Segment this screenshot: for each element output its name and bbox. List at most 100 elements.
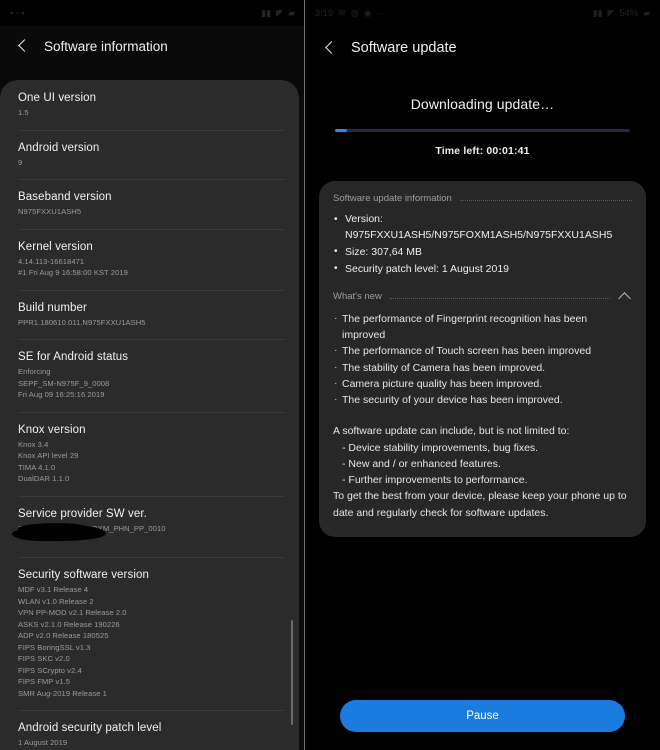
list-item-service-provider-sw-ver[interactable]: Service provider SW ver. SAOMC_SM-N975F_… — [0, 495, 299, 557]
right-appbar: Software update — [305, 26, 660, 70]
whats-new-title: What's new — [333, 290, 382, 302]
row-value-line: TIMA 4.1.0 — [18, 462, 56, 472]
row-value-line: VPN PP-MOD v2.1 Release 2.0 — [18, 608, 127, 618]
row-value-line: FIPS SCrypto v2.4 — [18, 665, 82, 675]
row-title: Android version — [18, 141, 100, 154]
list-item-one-ui-version[interactable]: One UI version 1.5 — [0, 80, 299, 130]
list-item: The performance of Fingerprint recogniti… — [333, 310, 632, 344]
row-value-line: SMR Aug-2019 Release 1 — [18, 688, 107, 698]
row-value-line: Knox 3.4 — [18, 439, 49, 449]
row-title: Knox version — [18, 423, 86, 436]
row-value-line: ADP v2.0 Release 180525 — [18, 631, 109, 641]
row-value-line: Enforcing — [18, 367, 51, 377]
chevron-up-icon[interactable] — [618, 291, 632, 301]
row-value: 9 — [18, 157, 23, 167]
statusbar-right-icons: ▮▮ ◤ ▰ — [261, 7, 295, 18]
row-title: Android security patch level — [18, 722, 162, 735]
panel-divider — [304, 0, 305, 750]
statusbar-left-icons: ▪ ▫ ▪ — [10, 7, 25, 18]
software-update-panel: 3:19 ✉ ◍ ◉ ··· ▮▮ ◤ 54% ▰ Software updat… — [305, 0, 660, 750]
update-info-header: Software update information — [333, 193, 632, 204]
row-title: Service provider SW ver. — [18, 507, 147, 520]
row-value: PPR1.180610.011.N975FXXU1ASH5 — [18, 317, 146, 327]
row-title: SE for Android status — [18, 351, 129, 364]
update-information-card: Software update information Version: N97… — [319, 181, 646, 537]
statusbar-right-icons: ▮▮ ◤ 54% ▰ — [593, 8, 650, 18]
list-item-android-version[interactable]: Android version 9 — [0, 129, 299, 180]
list-item-security-software-version[interactable]: Security software version MDF v3.1 Relea… — [0, 556, 299, 710]
software-information-panel: ▪ ▫ ▪ ▮▮ ◤ ▰ Software information One UI… — [0, 0, 305, 750]
list-item: Camera picture quality has been improved… — [333, 375, 632, 392]
right-statusbar: 3:19 ✉ ◍ ◉ ··· ▮▮ ◤ 54% ▰ — [305, 0, 660, 26]
signal-icon: ▮▮ — [261, 7, 272, 18]
list-item: Security patch level: 1 August 2019 — [333, 261, 632, 278]
dotted-divider — [459, 199, 632, 201]
list-item: - Device stability improvements, bug fix… — [342, 441, 539, 454]
update-info-list: Version: N975FXXU1ASH5/N975FOXM1ASH5/N97… — [333, 212, 632, 278]
row-value-line: 4.14.113-16618471 — [18, 256, 85, 266]
row-value: 1 August 2019 — [18, 738, 68, 748]
row-value-line: #1 Fri Aug 9 16:58:00 KST 2019 — [18, 268, 128, 278]
list-item: The stability of Camera has been improve… — [333, 359, 632, 376]
scrollbar[interactable] — [300, 40, 303, 750]
battery-percent: 54% — [619, 8, 639, 18]
more-icon: ▪ ▫ ▪ — [10, 7, 25, 18]
row-value-line: SEPF_SM-N975F_9_0008 — [18, 378, 110, 388]
whats-new-header[interactable]: What's new — [333, 291, 632, 302]
screenshot-root: ▪ ▫ ▪ ▮▮ ◤ ▰ Software information One UI… — [0, 0, 660, 750]
row-title: Build number — [18, 301, 87, 314]
page-title: Software information — [44, 38, 168, 54]
list-item-android-security-patch-level[interactable]: Android security patch level 1 August 20… — [0, 710, 299, 750]
list-item-kernel-version[interactable]: Kernel version 4.14.113-16618471 #1 Fri … — [0, 228, 299, 290]
list-item-baseband-version[interactable]: Baseband version N975FXXU1ASH5 — [0, 179, 299, 229]
signal-icon: ▮▮ — [592, 7, 603, 18]
message-icon: ✉ — [338, 7, 346, 18]
list-item-knox-version[interactable]: Knox version Knox 3.4 Knox API level 29 … — [0, 411, 299, 496]
row-title: Security software version — [18, 568, 149, 581]
back-arrow-icon[interactable] — [14, 37, 32, 55]
list-item: - Further improvements to performance. — [342, 474, 528, 487]
pause-button[interactable]: Pause — [340, 700, 625, 732]
list-item: The performance of Touch screen has been… — [333, 342, 632, 359]
more-icon: ··· — [376, 7, 386, 18]
scrollbar-thumb[interactable] — [290, 620, 293, 725]
row-value-line: Fri Aug 09 16:25:16 2019 — [18, 390, 105, 400]
download-progress-fill — [335, 129, 347, 132]
row-value-line: MDF v3.1 Release 4 — [18, 584, 89, 594]
battery-icon: ▰ — [288, 7, 295, 18]
row-value-line: FIPS SKC v2.0 — [18, 654, 70, 664]
row-value-line: ASKS v2.1.0 Release 190226 — [18, 619, 120, 629]
statusbar-clock: 3:19 — [315, 8, 334, 18]
update-scope-list: - Device stability improvements, bug fix… — [333, 440, 632, 489]
left-statusbar: ▪ ▫ ▪ ▮▮ ◤ ▰ — [0, 0, 305, 26]
row-value: N975FXXU1ASH5 — [18, 207, 82, 217]
list-item: Size: 307,64 MB — [333, 244, 632, 261]
wifi-icon: ◤ — [276, 7, 284, 18]
dotted-divider — [389, 297, 610, 299]
list-item-build-number[interactable]: Build number PPR1.180610.011.N975FXXU1AS… — [0, 289, 299, 340]
whatsapp-icon: ◍ — [350, 7, 359, 18]
row-value-line: DualDAR 1.1.0 — [18, 474, 70, 484]
list-item: The security of your device has been imp… — [333, 391, 632, 408]
battery-icon: ▰ — [643, 7, 650, 18]
download-status-text: Downloading update… — [410, 96, 555, 112]
update-scope-intro: A software update can include, but is no… — [333, 425, 570, 438]
update-scope-outro: To get the best from your device, please… — [333, 490, 627, 519]
statusbar-left-icons: 3:19 ✉ ◍ ◉ ··· — [315, 8, 386, 18]
whats-new-list: The performance of Fingerprint recogniti… — [333, 310, 632, 409]
row-title: Kernel version — [18, 240, 93, 253]
list-item: - New and / or enhanced features. — [342, 457, 501, 470]
page-title: Software update — [351, 40, 457, 56]
wifi-icon: ◤ — [607, 7, 615, 18]
left-appbar: Software information — [0, 26, 305, 66]
time-left-label: Time left: 00:01:41 — [435, 145, 530, 157]
row-title: Baseband version — [18, 191, 112, 204]
row-value-line: Knox API level 29 — [18, 451, 79, 461]
software-information-list: One UI version 1.5 Android version 9 Bas… — [0, 80, 299, 750]
back-arrow-icon[interactable] — [321, 39, 339, 57]
list-item-se-for-android-status[interactable]: SE for Android status Enforcing SEPF_SM-… — [0, 339, 299, 412]
list-item: Version: N975FXXU1ASH5/N975FOXM1ASH5/N97… — [333, 212, 632, 244]
download-progress-bar — [335, 129, 630, 132]
row-value: 1.5 — [18, 108, 29, 117]
row-title: One UI version — [18, 92, 97, 104]
